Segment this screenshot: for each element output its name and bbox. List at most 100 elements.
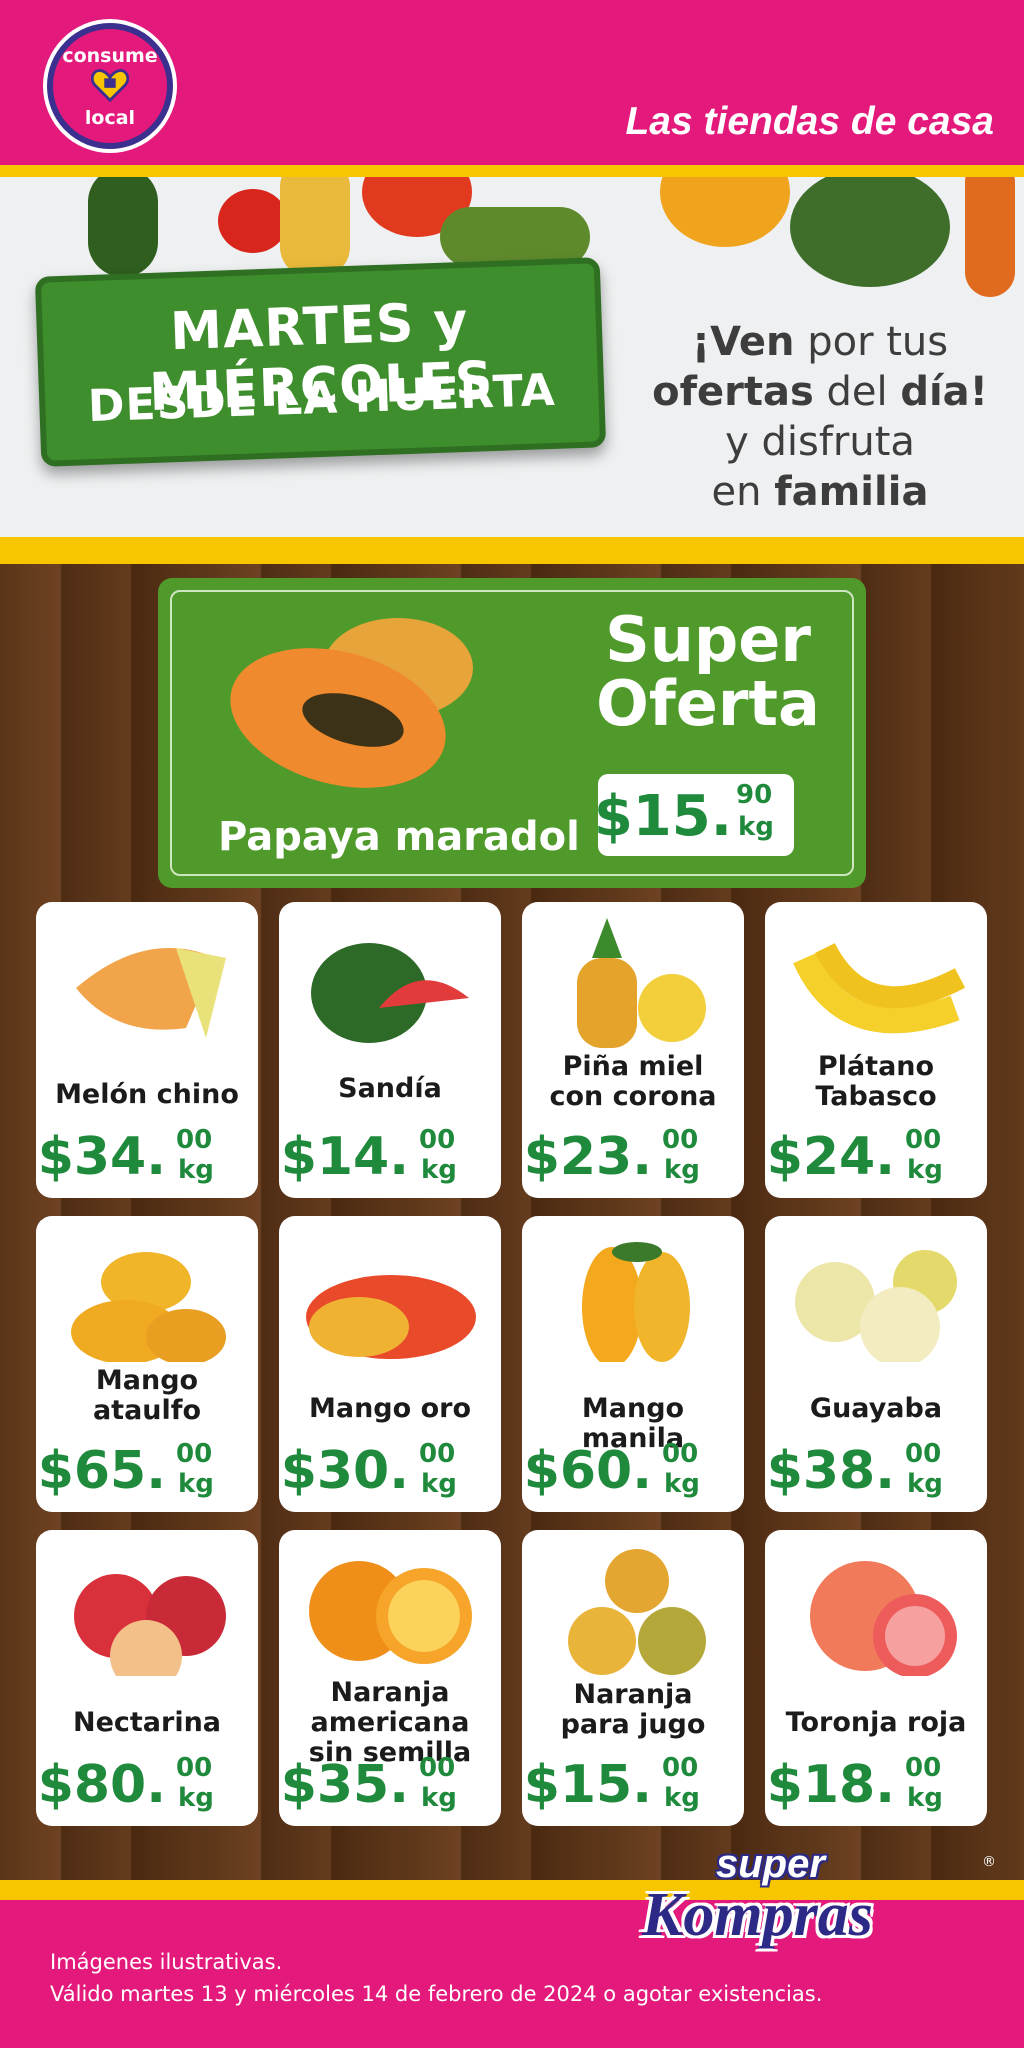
- hero-msg-word: ofertas: [652, 369, 814, 415]
- consume-local-badge: consume local: [47, 23, 173, 149]
- hero-message: ¡Ven por tus ofertas del día! y disfruta…: [640, 317, 1000, 517]
- product-price: $80. 00 kg: [36, 1754, 258, 1816]
- product-name: Melón chino: [55, 1079, 239, 1110]
- product-price-unit: kg: [178, 1155, 214, 1185]
- product-card: Piña miel con corona $23. 00 kg: [522, 902, 744, 1198]
- offer-title-line2: Oferta: [596, 667, 820, 740]
- product-price: $15. 00 kg: [522, 1754, 744, 1816]
- product-image: [311, 943, 469, 1043]
- offer-price-tag: $15. 90 kg: [594, 774, 794, 856]
- product-card: Sandía $14. 00 kg: [279, 902, 501, 1198]
- hero-stripe: [0, 537, 1024, 564]
- product-card: Plátano Tabasco $24. 00 kg: [765, 902, 987, 1198]
- product-name: Mango ataulfo: [92, 1365, 202, 1426]
- disclaimer-line1: Imágenes ilustrativas.: [50, 1950, 283, 1974]
- corn-image: [280, 177, 350, 277]
- product-image: [568, 1549, 706, 1675]
- product-price-main: $18.: [766, 1755, 895, 1815]
- product-price-cents: 00: [419, 1125, 456, 1155]
- product-price-cents: 00: [662, 1753, 699, 1783]
- hero-msg-word: del: [813, 369, 901, 415]
- product-card: Guayaba $38. 00 kg: [765, 1216, 987, 1512]
- product-name: Mango oro: [309, 1393, 471, 1424]
- product-price-main: $38.: [766, 1441, 895, 1501]
- product-price-unit: kg: [907, 1469, 943, 1499]
- product-name: Sandía: [338, 1073, 442, 1104]
- hero-msg-word: ¡Ven: [691, 319, 795, 365]
- registered-mark: ®: [982, 1854, 996, 1870]
- product-card: Mango ataulfo $65. 00 kg: [36, 1216, 258, 1512]
- offer-price-cents: 90: [736, 780, 773, 810]
- product-image: [76, 948, 226, 1038]
- product-card: Nectarina $80. 00 kg: [36, 1530, 258, 1826]
- product-price: $35. 00 kg: [279, 1754, 501, 1816]
- product-card: Naranja americana sin semilla $35. 00 kg: [279, 1530, 501, 1826]
- product-price-unit: kg: [178, 1469, 214, 1499]
- product-card: Naranja para jugo $15. 00 kg: [522, 1530, 744, 1826]
- product-price: $23. 00 kg: [522, 1126, 744, 1188]
- product-price-unit: kg: [664, 1155, 700, 1185]
- product-price: $24. 00 kg: [765, 1126, 987, 1188]
- product-image: [74, 1574, 226, 1676]
- offer-price-unit: kg: [738, 812, 774, 842]
- badge-text-top: consume: [62, 45, 158, 67]
- product-name: Piña miel con corona: [549, 1051, 717, 1112]
- product-price-cents: 00: [662, 1125, 699, 1155]
- tagline: Las tiendas de casa: [625, 100, 994, 143]
- hero-sign: MARTES y MIÉRCOLES DESDE LA HUERTA: [34, 257, 607, 467]
- offer-price-main: $15.: [593, 784, 732, 849]
- product-price-unit: kg: [907, 1783, 943, 1813]
- heart-icon: [91, 69, 129, 103]
- product-price-unit: kg: [421, 1155, 457, 1185]
- product-price-cents: 00: [419, 1439, 456, 1469]
- broccoli-image: [790, 177, 950, 287]
- product-price-main: $60.: [523, 1441, 652, 1501]
- squash-image: [660, 177, 790, 247]
- product-price: $18. 00 kg: [765, 1754, 987, 1816]
- product-price-main: $24.: [766, 1127, 895, 1187]
- product-price: $65. 00 kg: [36, 1440, 258, 1502]
- offer-title-line1: Super: [605, 603, 811, 676]
- product-price: $38. 00 kg: [765, 1440, 987, 1502]
- product-card: Melón chino $34. 00 kg: [36, 902, 258, 1198]
- hero-msg-word: y disfruta: [725, 419, 915, 465]
- hero-msg-word: familia: [774, 469, 929, 515]
- header-stripe: [0, 165, 1024, 177]
- disclaimer: Imágenes ilustrativas. Válido martes 13 …: [50, 1946, 822, 2010]
- product-price-cents: 00: [905, 1753, 942, 1783]
- disclaimer-line2: Válido martes 13 y miércoles 14 de febre…: [50, 1982, 823, 2006]
- product-price-main: $14.: [280, 1127, 409, 1187]
- papaya-image: [230, 618, 473, 788]
- hero-msg-word: día!: [900, 369, 988, 415]
- product-name: Toronja roja: [785, 1707, 967, 1738]
- logo-kompras-text: Kompras: [642, 1881, 873, 1949]
- product-price-cents: 00: [662, 1439, 699, 1469]
- badge-text-bottom: local: [84, 107, 136, 129]
- product-price-unit: kg: [178, 1783, 214, 1813]
- hero-msg-word: por tus: [794, 319, 949, 365]
- product-image: [577, 918, 706, 1048]
- product-price: $34. 00 kg: [36, 1126, 258, 1188]
- product-card: Toronja roja $18. 00 kg: [765, 1530, 987, 1826]
- product-price-main: $30.: [280, 1441, 409, 1501]
- zucchini-image: [88, 177, 158, 277]
- product-price-unit: kg: [664, 1469, 700, 1499]
- product-price-cents: 00: [905, 1439, 942, 1469]
- hero-banner: MARTES y MIÉRCOLES DESDE LA HUERTA ¡Ven …: [0, 177, 1024, 537]
- product-price-unit: kg: [421, 1783, 457, 1813]
- product-image: [810, 1561, 957, 1676]
- product-price-main: $34.: [37, 1127, 166, 1187]
- product-price-cents: 00: [176, 1439, 213, 1469]
- product-image: [582, 1242, 690, 1362]
- product-price-main: $80.: [37, 1755, 166, 1815]
- offer-title: Super Oferta: [578, 608, 838, 736]
- super-kompras-logo: super Kompras ®: [636, 1842, 996, 1952]
- super-offer-panel: Super Oferta Papaya maradol $15. 90 kg: [158, 578, 866, 888]
- product-image: [795, 1250, 957, 1362]
- product-price-main: $15.: [523, 1755, 652, 1815]
- product-price-unit: kg: [664, 1783, 700, 1813]
- product-price-main: $23.: [523, 1127, 652, 1187]
- product-price-cents: 00: [176, 1125, 213, 1155]
- product-image: [306, 1275, 476, 1359]
- product-price-main: $35.: [280, 1755, 409, 1815]
